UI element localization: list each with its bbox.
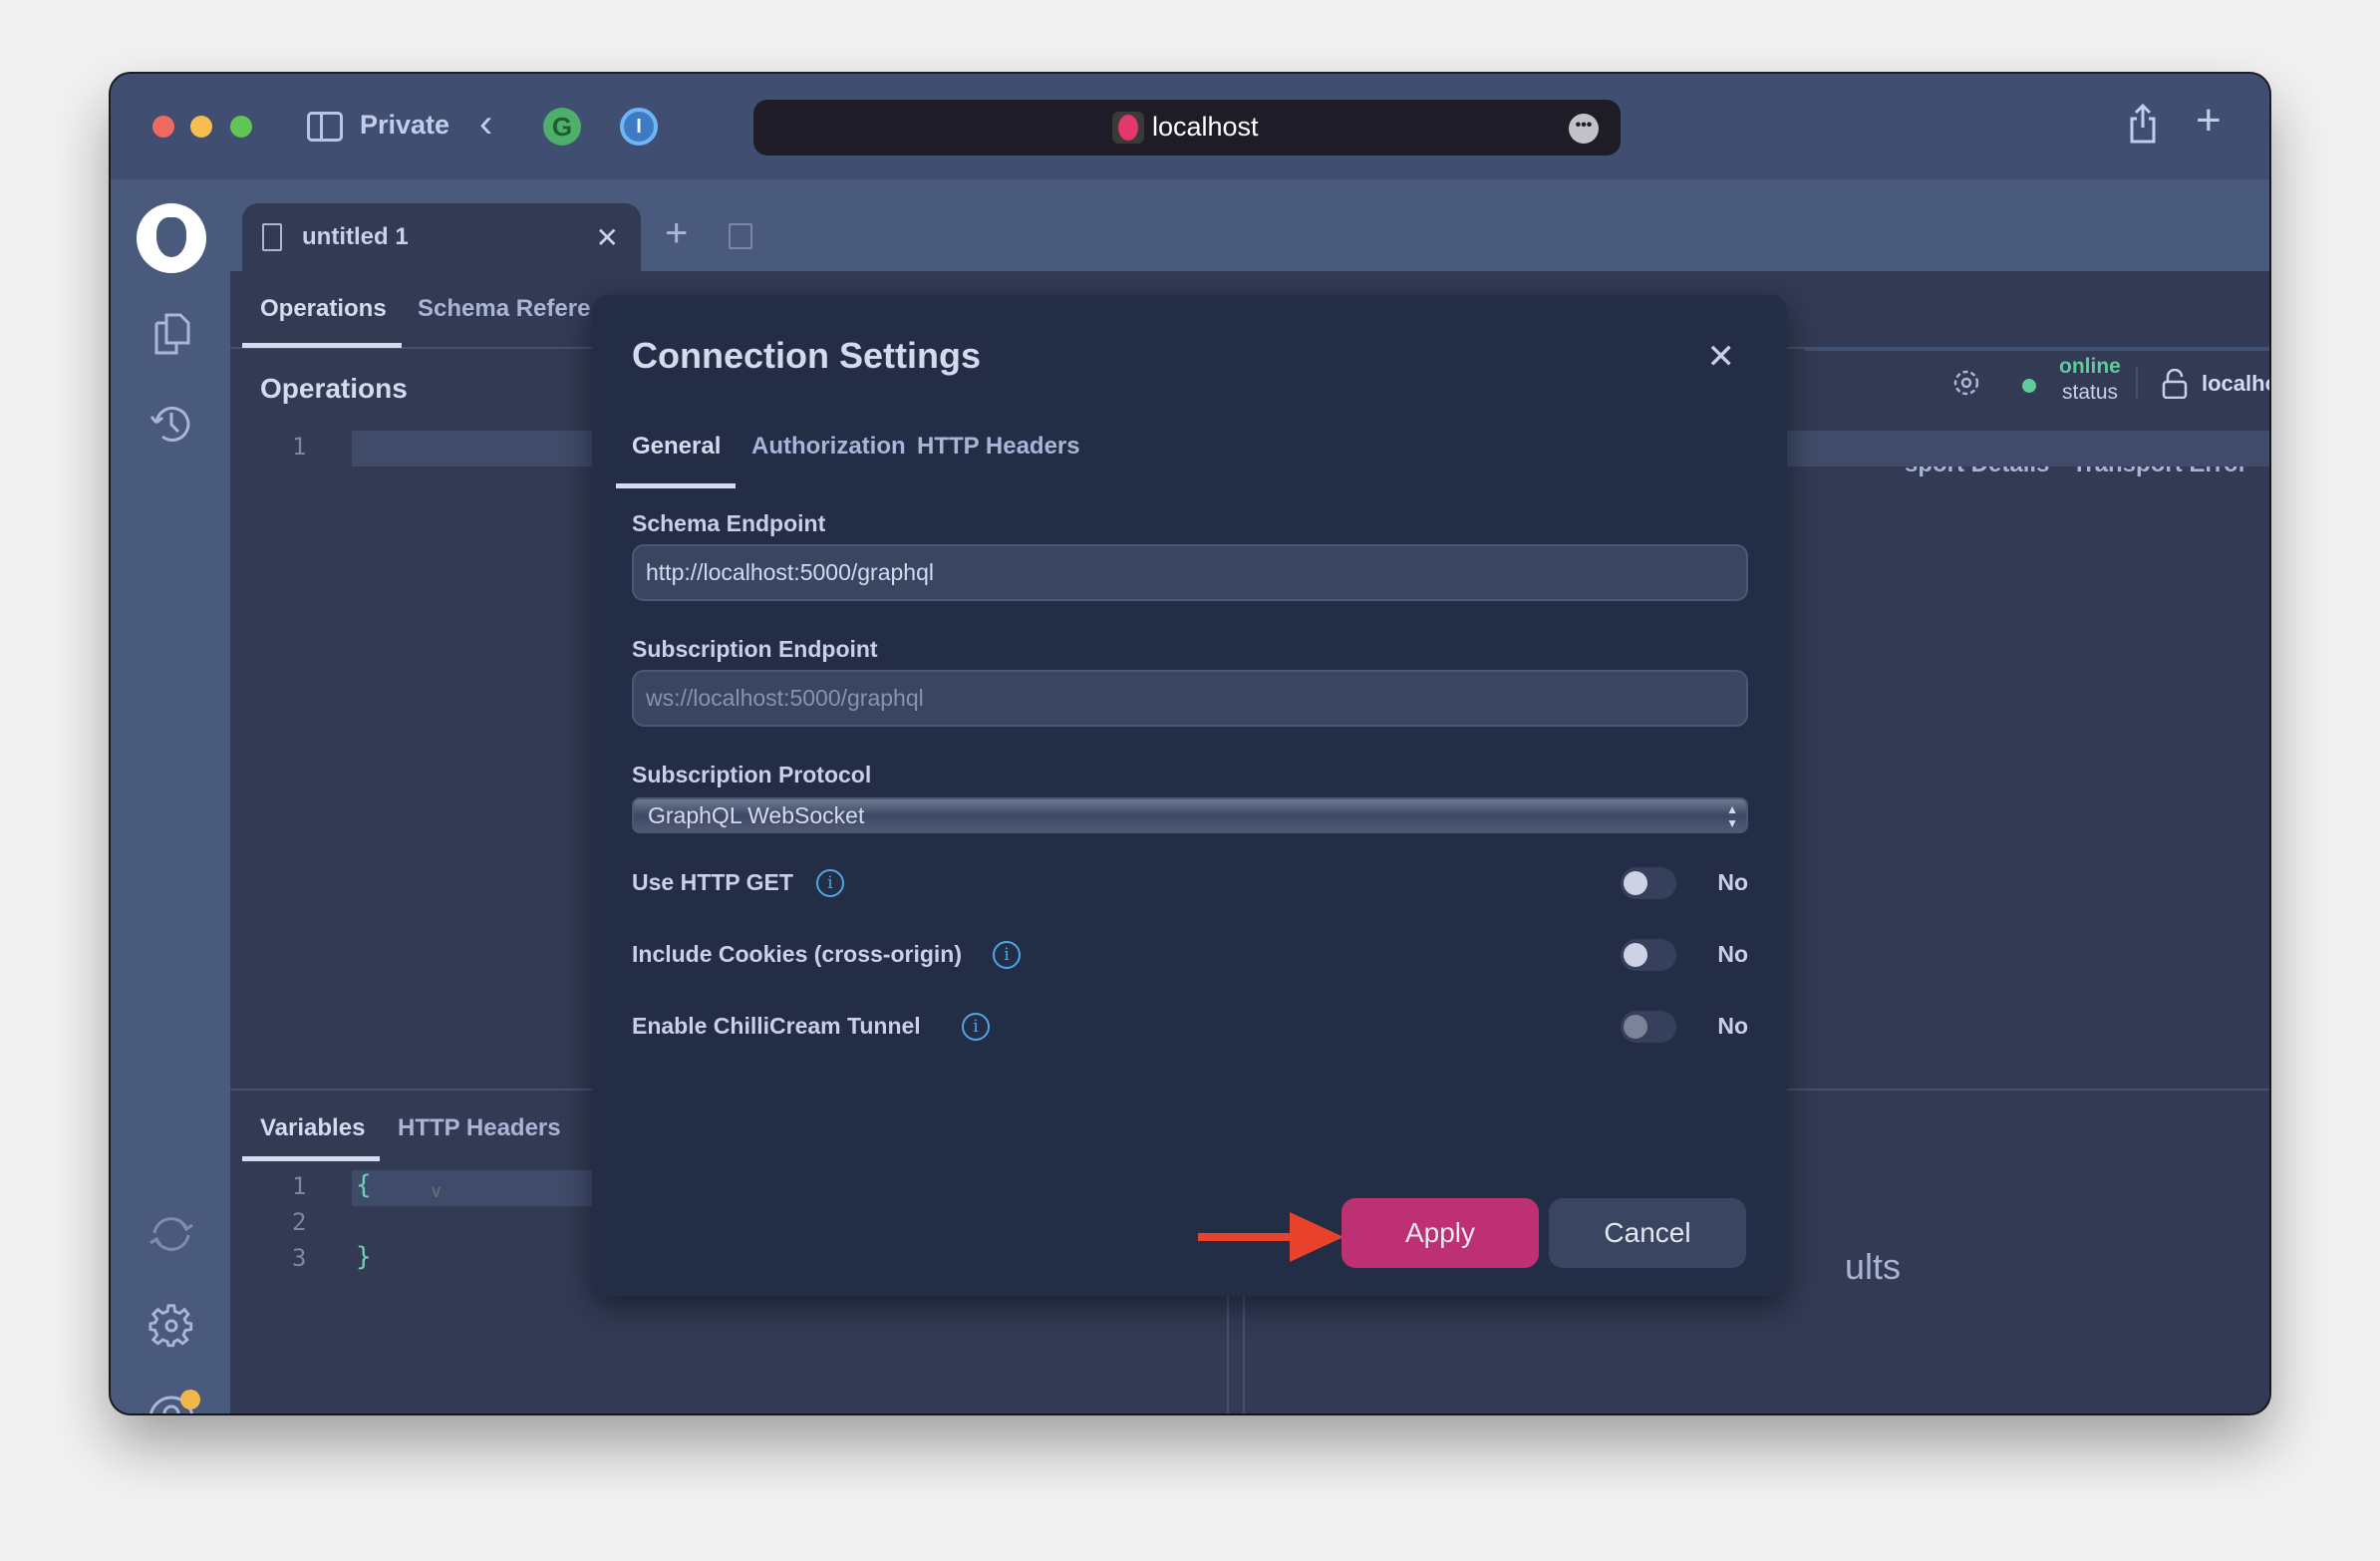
line-number: 1 (292, 433, 307, 461)
schema-endpoint-label: Schema Endpoint (632, 510, 826, 536)
private-label: Private (360, 110, 450, 140)
option-label: Enable ChilliCream Tunnel (632, 1013, 921, 1039)
option-label: Include Cookies (cross-origin) (632, 941, 962, 967)
results-placeholder: ults (1845, 1246, 1902, 1287)
active-tab-indicator (242, 343, 402, 348)
apply-button[interactable]: Apply (1341, 1198, 1539, 1268)
sync-icon[interactable] (149, 1211, 194, 1257)
divider (1805, 349, 2269, 351)
toggle-knob (1624, 943, 1647, 967)
document-tab-label: untitled 1 (302, 223, 409, 250)
active-tab-indicator (242, 1156, 380, 1161)
documents-icon[interactable] (149, 309, 194, 355)
add-document-icon[interactable]: + (665, 211, 688, 256)
close-window-button[interactable] (152, 116, 174, 138)
subscription-protocol-label: Subscription Protocol (632, 762, 872, 787)
unlocked-icon[interactable] (2162, 368, 2188, 400)
tab-operations[interactable]: Operations (260, 295, 387, 323)
close-tab-icon[interactable]: ✕ (596, 221, 619, 254)
fold-chevron-icon[interactable]: ∨ (430, 1181, 443, 1202)
info-icon[interactable]: i (993, 941, 1021, 969)
site-favicon-icon (1112, 112, 1144, 144)
subscription-endpoint-label: Subscription Endpoint (632, 636, 878, 662)
close-icon[interactable]: ✕ (1707, 337, 1736, 377)
status-indicator (2022, 379, 2036, 393)
maximize-window-button[interactable] (230, 116, 252, 138)
address-bar[interactable]: localhost ••• (753, 100, 1621, 156)
active-tab-indicator (616, 483, 736, 488)
subscription-endpoint-input[interactable] (632, 670, 1748, 727)
include-cookies-toggle[interactable] (1621, 939, 1676, 971)
dialog-title: Connection Settings (632, 335, 981, 376)
minimize-window-button[interactable] (190, 116, 212, 138)
app-sidebar (111, 179, 230, 1413)
cancel-button[interactable]: Cancel (1549, 1198, 1746, 1268)
tab-authorization[interactable]: Authorization (751, 433, 906, 461)
annotation-arrow-icon (1198, 1212, 1343, 1262)
status-state: online (2059, 355, 2121, 378)
tab-http-headers[interactable]: HTTP Headers (398, 1114, 561, 1142)
line-number: 1 (292, 1172, 307, 1200)
option-use-http-get: Use HTTP GET i No (632, 863, 1748, 903)
url-text: localhost (1152, 112, 1259, 142)
info-icon[interactable]: i (816, 869, 844, 897)
enable-tunnel-toggle[interactable] (1621, 1011, 1676, 1043)
browser-titlebar: Private ‹ G I localhost ••• + (111, 74, 2269, 179)
new-tab-icon[interactable]: + (2196, 96, 2222, 146)
tab-http-headers[interactable]: HTTP Headers (917, 433, 1080, 461)
line-number: 3 (292, 1244, 307, 1272)
more-options-icon[interactable]: ••• (1569, 114, 1599, 144)
operations-heading: Operations (260, 373, 408, 404)
connection-settings-dialog: Connection Settings ✕ General Authorizat… (592, 295, 1787, 1296)
save-icon[interactable] (729, 223, 752, 249)
subscription-protocol-select[interactable]: GraphQL WebSocket ▲ ▼ (632, 797, 1748, 833)
tab-variables[interactable]: Variables (260, 1114, 365, 1142)
tab-general[interactable]: General (632, 433, 721, 461)
select-arrows-icon: ▲ ▼ (1726, 802, 1738, 830)
browser-window: Private ‹ G I localhost ••• + untitled 1… (111, 74, 2269, 1413)
toggle-value: No (1717, 869, 1748, 895)
history-icon[interactable] (149, 401, 194, 447)
status-label: status (2062, 381, 2119, 404)
option-include-cookies: Include Cookies (cross-origin) i No (632, 935, 1748, 975)
document-tab-bar: untitled 1 ✕ + (230, 179, 2269, 271)
divider (2136, 367, 2138, 399)
share-icon[interactable] (2128, 103, 2158, 144)
toggle-knob (1624, 871, 1647, 895)
password-manager-extension-icon[interactable]: I (620, 108, 658, 146)
back-button[interactable]: ‹ (479, 102, 492, 147)
connection-settings-icon[interactable] (1950, 367, 1982, 399)
app-logo (137, 203, 206, 273)
selected-option: GraphQL WebSocket (648, 802, 865, 828)
toggle-value: No (1717, 941, 1748, 967)
settings-icon[interactable] (149, 1303, 194, 1349)
option-label: Use HTTP GET (632, 869, 793, 895)
endpoint-label[interactable]: localhost:5000 (2202, 371, 2269, 397)
code-text: } (356, 1242, 372, 1272)
grammarly-extension-icon[interactable]: G (543, 108, 581, 146)
line-number: 2 (292, 1208, 307, 1236)
document-tab[interactable]: untitled 1 ✕ (242, 203, 641, 271)
tab-schema-reference[interactable]: Schema Refere (418, 295, 590, 323)
sidebar-toggle-icon[interactable] (307, 112, 343, 142)
option-enable-tunnel: Enable ChilliCream Tunnel i No (632, 1007, 1748, 1047)
schema-endpoint-input[interactable] (632, 544, 1748, 601)
code-text: { (356, 1170, 372, 1200)
toggle-knob (1624, 1015, 1647, 1039)
info-icon[interactable]: i (962, 1013, 990, 1041)
document-icon (262, 223, 282, 251)
toggle-value: No (1717, 1013, 1748, 1039)
notification-badge (180, 1390, 200, 1409)
use-http-get-toggle[interactable] (1621, 867, 1676, 899)
